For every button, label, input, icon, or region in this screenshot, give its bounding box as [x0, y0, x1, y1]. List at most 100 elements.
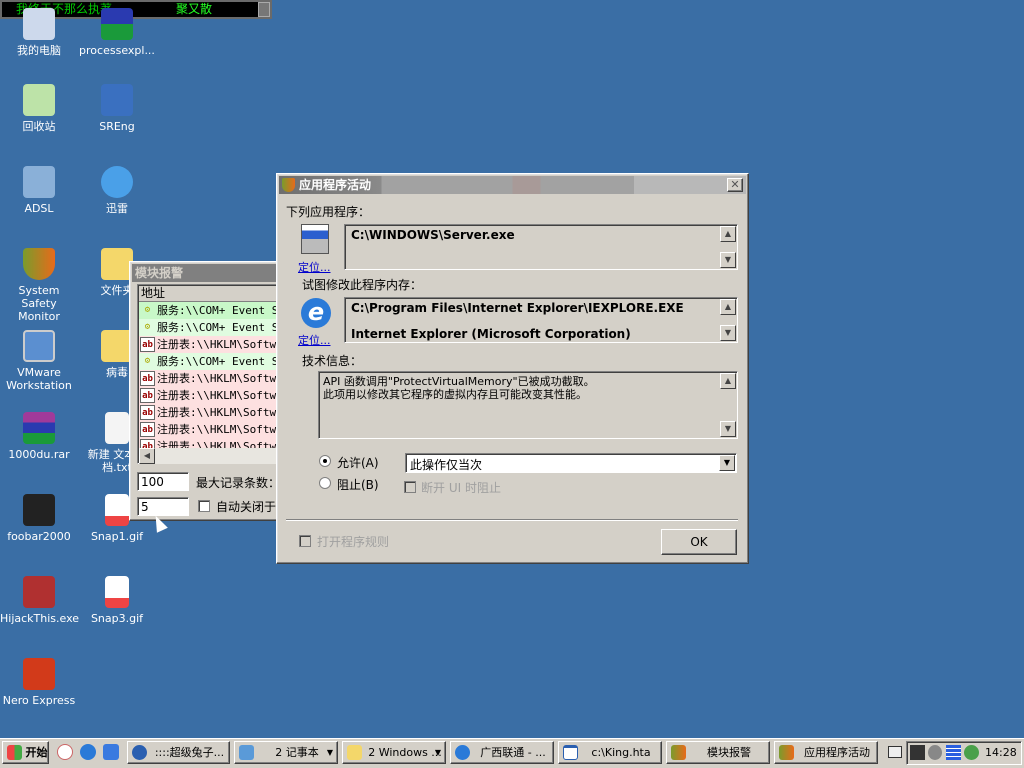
desktop-icon-my-computer[interactable]: 我的电脑: [0, 8, 78, 57]
task-app-activity[interactable]: 应用程序活动: [774, 741, 878, 764]
registry-icon: ab: [140, 422, 155, 437]
allow-label[interactable]: 允许(A): [337, 454, 379, 471]
tech-info-box[interactable]: API 函数调用"ProtectVirtualMemory"已被成功截取。 此项…: [318, 371, 738, 439]
horizontal-scrollbar[interactable]: ◀: [139, 448, 287, 464]
ok-button[interactable]: OK: [661, 529, 737, 555]
keyboard-icon[interactable]: [888, 746, 902, 758]
module-alert-list[interactable]: 地址 ⚙ 服务:\\COM+ Event Sy ⚙ 服务:\\COM+ Event S…: [137, 284, 287, 464]
archive-icon: [101, 8, 133, 40]
recycle-bin-icon: [23, 84, 55, 116]
desktop-icon-xunlei[interactable]: 迅雷: [78, 166, 156, 215]
alert-row[interactable]: ab 注册表:\\HKLM\Softwa: [139, 370, 287, 387]
volume-icon[interactable]: [928, 745, 942, 760]
desktop-icon-nero[interactable]: Nero Express: [0, 658, 78, 707]
lyrics-close-button[interactable]: [258, 2, 270, 17]
alert-row[interactable]: ab 注册表:\\HKLM\Softwa: [139, 336, 287, 353]
desktop-icon-ssm[interactable]: System Safety Monitor: [0, 248, 78, 323]
scope-dropdown[interactable]: 此操作仅当次 ▼: [405, 453, 737, 473]
module-alert-window: 模块报警 地址 ⚙ 服务:\\COM+ Event Sy ⚙ 服务:\\COM+ Ev…: [129, 261, 289, 521]
icon-label: VMware Workstation: [6, 366, 72, 392]
app-path-box[interactable]: C:\WINDOWS\Server.exe ▲ ▼: [344, 224, 738, 270]
scroll-down-button[interactable]: ▼: [720, 421, 736, 437]
ssm-shield-icon: [23, 248, 55, 280]
desktop-icon-hijackthis[interactable]: HijackThis.exe: [0, 576, 79, 625]
dialog-titlebar[interactable]: 应用程序活动 ✕: [279, 176, 746, 194]
ssm-tray-icon[interactable]: [964, 745, 979, 760]
outlook-quicklaunch-icon[interactable]: [103, 744, 119, 760]
desktop-icon-vmware[interactable]: VMware Workstation: [0, 330, 78, 392]
alert-rows: ⚙ 服务:\\COM+ Event Sy ⚙ 服务:\\COM+ Event Sy ab…: [139, 302, 287, 455]
vmware-icon: [23, 330, 55, 362]
task-notepad-group[interactable]: 2 记事本 ▼: [234, 741, 338, 764]
desktop-icon-recycle-bin[interactable]: 回收站: [0, 84, 78, 133]
alert-row-text: 注册表:\\HKLM\Softwa: [157, 338, 283, 351]
desktop-icon-foobar[interactable]: foobar2000: [0, 494, 78, 543]
desktop-icon-processexplorer[interactable]: processexpl...: [78, 8, 156, 57]
tech-info-line-1: API 函数调用"ProtectVirtualMemory"已被成功截取。: [323, 375, 595, 388]
alert-row[interactable]: ⚙ 服务:\\COM+ Event Sy: [139, 302, 287, 319]
desktop-icon-adsl[interactable]: ADSL: [0, 166, 78, 215]
rabbit-quicklaunch-icon[interactable]: [57, 744, 73, 760]
task-label: ::::超级兔子...: [154, 746, 225, 759]
target-label: 试图修改此程序内存：: [302, 278, 423, 292]
alert-row[interactable]: ab 注册表:\\HKLM\Softwa: [139, 404, 287, 421]
desktop-icon-snap3[interactable]: Snap3.gif: [78, 576, 156, 625]
desktop-icon-1000du[interactable]: 1000du.rar: [0, 412, 78, 461]
task-king-hta[interactable]: c:\King.hta: [558, 741, 662, 764]
chevron-down-icon[interactable]: ▼: [719, 455, 735, 471]
open-rules-checkbox[interactable]: [299, 535, 311, 547]
open-rules-label: 打开程序规则: [317, 535, 390, 549]
auto-close-checkbox[interactable]: [198, 500, 210, 512]
allow-radio[interactable]: [319, 455, 331, 467]
task-rabbit[interactable]: ::::超级兔子...: [127, 741, 230, 764]
disconnect-block-checkbox[interactable]: [404, 481, 416, 493]
scroll-up-button[interactable]: ▲: [720, 373, 736, 389]
scroll-down-button[interactable]: ▼: [720, 252, 736, 268]
alert-row[interactable]: ⚙ 服务:\\COM+ Event Sy: [139, 319, 287, 336]
alert-row[interactable]: ab 注册表:\\HKLM\Softwa: [139, 387, 287, 404]
app-activity-dialog: 应用程序活动 ✕ 下列应用程序： 定位... C:\WINDOWS\Server…: [276, 173, 749, 564]
firewall-icon[interactable]: [946, 745, 961, 760]
block-label[interactable]: 阻止(B): [337, 476, 379, 493]
icon-label: ADSL: [24, 202, 54, 215]
scroll-left-button[interactable]: ◀: [139, 448, 155, 464]
scroll-down-button[interactable]: ▼: [720, 325, 736, 341]
alert-row-text: 服务:\\COM+ Event Sy: [157, 304, 285, 317]
target-path-box[interactable]: C:\Program Files\Internet Explorer\IEXPL…: [344, 297, 738, 343]
alert-row-text: 注册表:\\HKLM\Softwa: [157, 389, 283, 402]
locate-target-link[interactable]: 定位...: [298, 332, 331, 348]
locate-app-link[interactable]: 定位...: [298, 259, 331, 275]
column-header-address[interactable]: 地址: [139, 286, 287, 302]
scroll-up-button[interactable]: ▲: [720, 226, 736, 242]
foobar-tray-icon[interactable]: [910, 745, 925, 760]
task-guangxi-unicom[interactable]: 广西联通 - ...: [450, 741, 554, 764]
spinner-value: 100: [141, 475, 164, 489]
task-windows-group[interactable]: 2 Windows ... ▼: [342, 741, 446, 764]
xunlei-icon: [101, 166, 133, 198]
clock[interactable]: 14:28: [985, 746, 1017, 759]
icon-label: 迅雷: [106, 202, 128, 215]
block-radio[interactable]: [319, 477, 331, 489]
task-module-alert[interactable]: 模块报警: [666, 741, 770, 764]
folder-icon: [347, 745, 362, 760]
alert-row[interactable]: ⚙ 服务:\\COM+ Event Sy: [139, 353, 287, 370]
ie-quicklaunch-icon[interactable]: [80, 744, 96, 760]
auto-close-label: 自动关闭于:: [216, 500, 281, 514]
max-records-spinner[interactable]: 100: [137, 472, 189, 491]
task-label: 模块报警: [707, 746, 751, 759]
desktop-icon-sreng[interactable]: SREng: [78, 84, 156, 133]
ssm-shield-icon: [282, 178, 295, 192]
icon-label: 我的电脑: [17, 44, 61, 57]
scroll-up-button[interactable]: ▲: [720, 299, 736, 315]
target-path: C:\Program Files\Internet Explorer\IEXPL…: [351, 301, 684, 315]
text-file-icon: [105, 412, 129, 444]
registry-icon: ab: [140, 371, 155, 386]
start-button[interactable]: 开始: [2, 741, 49, 764]
window-icon: [563, 745, 578, 760]
auto-close-spinner[interactable]: 5: [137, 497, 189, 516]
task-label: 2 Windows ...: [368, 746, 442, 759]
alert-row[interactable]: ab 注册表:\\HKLM\Softwa: [139, 421, 287, 438]
module-alert-titlebar[interactable]: 模块报警: [132, 264, 288, 282]
nero-icon: [23, 658, 55, 690]
close-button[interactable]: ✕: [727, 178, 743, 192]
